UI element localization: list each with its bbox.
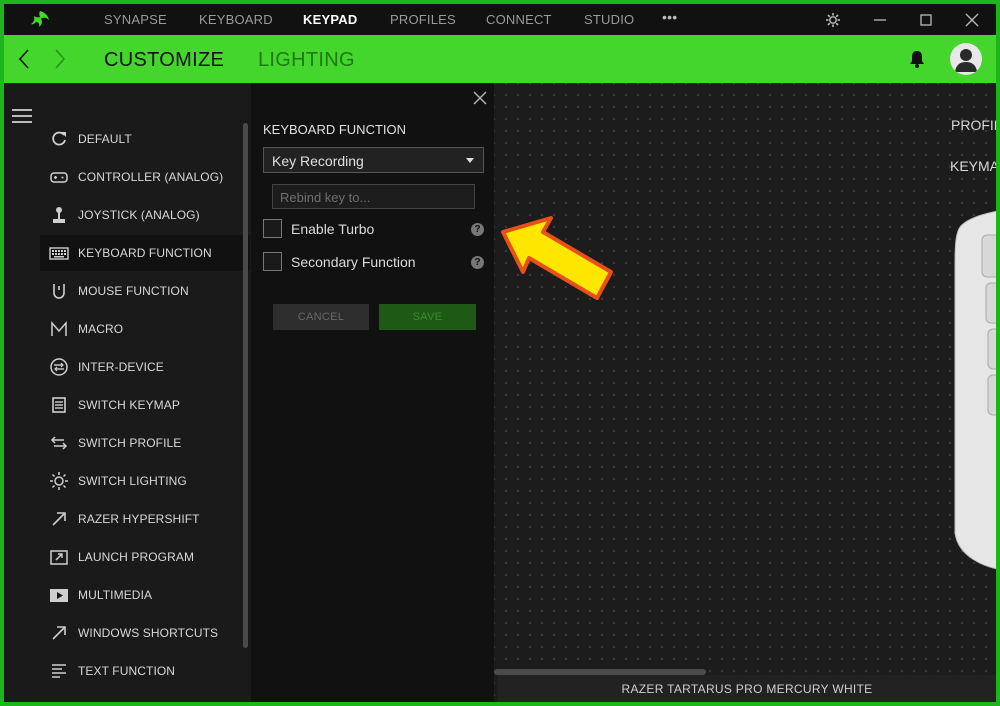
sidebar-item-default[interactable]: DEFAULT — [40, 121, 250, 157]
nav-profiles[interactable]: PROFILES — [390, 12, 456, 27]
function-type-value: Key Recording — [272, 153, 364, 169]
settings-gear-icon[interactable] — [823, 10, 843, 30]
tab-lighting[interactable]: LIGHTING — [258, 49, 355, 72]
sidebar-item-controller[interactable]: CONTROLLER (ANALOG) — [40, 159, 250, 195]
notification-bell-icon[interactable] — [906, 48, 928, 70]
sidebar-item-launch-program[interactable]: LAUNCH PROGRAM — [40, 539, 250, 575]
title-bar: SYNAPSE KEYBOARD KEYPAD PROFILES CONNECT… — [4, 4, 996, 35]
sidebar-item-multimedia[interactable]: MULTIMEDIA — [40, 577, 250, 613]
annotation-arrow-icon — [501, 216, 613, 300]
sidebar-item-label: LAUNCH PROGRAM — [78, 550, 195, 564]
razer-logo-icon[interactable] — [28, 8, 52, 32]
sidebar-item-label: CONTROLLER (ANALOG) — [78, 170, 224, 184]
sidebar-item-label: WINDOWS SHORTCUTS — [78, 626, 219, 640]
sidebar: DEFAULT CONTROLLER (ANALOG) JOYSTICK (AN… — [4, 83, 251, 702]
inter-device-icon — [50, 358, 68, 376]
hamburger-menu-icon[interactable] — [12, 109, 32, 123]
joystick-icon — [53, 207, 65, 223]
keyboard-icon — [49, 247, 69, 260]
launch-icon — [50, 550, 68, 565]
sidebar-item-joystick[interactable]: JOYSTICK (ANALOG) — [40, 197, 250, 233]
sidebar-item-label: SWITCH LIGHTING — [78, 474, 187, 488]
app-window: SYNAPSE KEYBOARD KEYPAD PROFILES CONNECT… — [4, 4, 996, 702]
profile-label[interactable]: PROFIL — [951, 117, 996, 133]
sidebar-item-switch-keymap[interactable]: SWITCH KEYMAP — [40, 387, 250, 423]
sidebar-scrollbar[interactable] — [243, 123, 248, 648]
secondary-help-icon[interactable]: ? — [471, 256, 484, 269]
rebind-key-input[interactable]: Rebind key to... — [272, 184, 475, 209]
close-window-icon[interactable] — [962, 10, 982, 30]
text-lines-icon — [52, 664, 66, 678]
nav-connect[interactable]: CONNECT — [486, 12, 552, 27]
play-icon — [50, 589, 68, 602]
sidebar-item-label: INTER-DEVICE — [78, 360, 164, 374]
macro-icon — [51, 321, 67, 336]
switch-arrows-icon — [50, 436, 68, 450]
sidebar-item-label: MOUSE FUNCTION — [78, 284, 189, 298]
shortcut-arrow-icon — [52, 626, 66, 640]
save-button[interactable]: SAVE — [379, 304, 476, 330]
rebind-placeholder: Rebind key to... — [280, 190, 371, 205]
toolbar: CUSTOMIZE LIGHTING — [4, 35, 996, 83]
panel-title: KEYBOARD FUNCTION — [263, 122, 407, 137]
hypershift-arrow-icon — [52, 512, 66, 526]
nav-studio[interactable]: STUDIO — [584, 12, 634, 27]
user-silhouette-icon — [955, 49, 977, 72]
sidebar-item-label: TEXT FUNCTION — [78, 664, 176, 678]
nav-keyboard[interactable]: KEYBOARD — [199, 12, 273, 27]
sidebar-item-label: MULTIMEDIA — [78, 588, 153, 602]
user-avatar[interactable] — [950, 43, 982, 75]
enable-turbo-label: Enable Turbo — [291, 221, 375, 237]
sidebar-item-label: DEFAULT — [78, 132, 132, 146]
secondary-function-checkbox[interactable] — [263, 252, 282, 271]
function-panel: KEYBOARD FUNCTION Key Recording Rebind k… — [251, 83, 494, 702]
sidebar-item-label: JOYSTICK (ANALOG) — [78, 208, 200, 222]
sidebar-item-razer-hypershift[interactable]: RAZER HYPERSHIFT — [40, 501, 250, 537]
device-canvas: PROFIL KEYMA RAZER TARTARUS PRO MERCURY … — [494, 83, 996, 702]
keymap-icon — [52, 397, 66, 413]
keypad-device-image[interactable] — [952, 203, 996, 573]
sidebar-item-label: SWITCH KEYMAP — [78, 398, 180, 412]
sidebar-item-label: SWITCH PROFILE — [78, 436, 182, 450]
sidebar-item-label: KEYBOARD FUNCTION — [78, 246, 212, 260]
secondary-function-label: Secondary Function — [291, 254, 416, 270]
sidebar-item-label: RAZER HYPERSHIFT — [78, 512, 200, 526]
maximize-icon[interactable] — [916, 10, 936, 30]
sun-icon — [50, 472, 68, 490]
mouse-icon — [53, 284, 65, 299]
nav-synapse[interactable]: SYNAPSE — [104, 12, 167, 27]
forward-arrow-icon[interactable] — [50, 47, 70, 71]
sidebar-item-label: MACRO — [78, 322, 124, 336]
keymap-label[interactable]: KEYMA — [950, 158, 996, 174]
minimize-icon[interactable] — [870, 10, 890, 30]
enable-turbo-checkbox[interactable] — [263, 219, 282, 238]
more-icon[interactable]: ••• — [662, 9, 677, 25]
refresh-icon — [52, 131, 66, 146]
sidebar-item-windows-shortcuts[interactable]: WINDOWS SHORTCUTS — [40, 615, 250, 651]
sidebar-item-switch-profile[interactable]: SWITCH PROFILE — [40, 425, 250, 461]
sidebar-item-keyboard-function[interactable]: KEYBOARD FUNCTION — [40, 235, 250, 271]
function-type-select[interactable]: Key Recording — [263, 147, 484, 173]
sidebar-item-mouse-function[interactable]: MOUSE FUNCTION — [40, 273, 250, 309]
device-name: RAZER TARTARUS PRO MERCURY WHITE — [621, 682, 873, 696]
nav-keypad[interactable]: KEYPAD — [303, 12, 357, 27]
turbo-help-icon[interactable]: ? — [471, 223, 484, 236]
caret-down-icon — [466, 158, 474, 163]
sidebar-item-text-function[interactable]: TEXT FUNCTION — [40, 653, 250, 689]
close-panel-icon[interactable] — [473, 91, 487, 105]
back-arrow-icon[interactable] — [14, 47, 34, 71]
tab-customize[interactable]: CUSTOMIZE — [104, 49, 224, 72]
cancel-button[interactable]: CANCEL — [273, 304, 369, 330]
sidebar-item-macro[interactable]: MACRO — [40, 311, 250, 347]
gamepad-icon — [50, 172, 68, 183]
device-footer: RAZER TARTARUS PRO MERCURY WHITE — [498, 675, 996, 702]
sidebar-item-switch-lighting[interactable]: SWITCH LIGHTING — [40, 463, 250, 499]
sidebar-item-inter-device[interactable]: INTER-DEVICE — [40, 349, 250, 385]
